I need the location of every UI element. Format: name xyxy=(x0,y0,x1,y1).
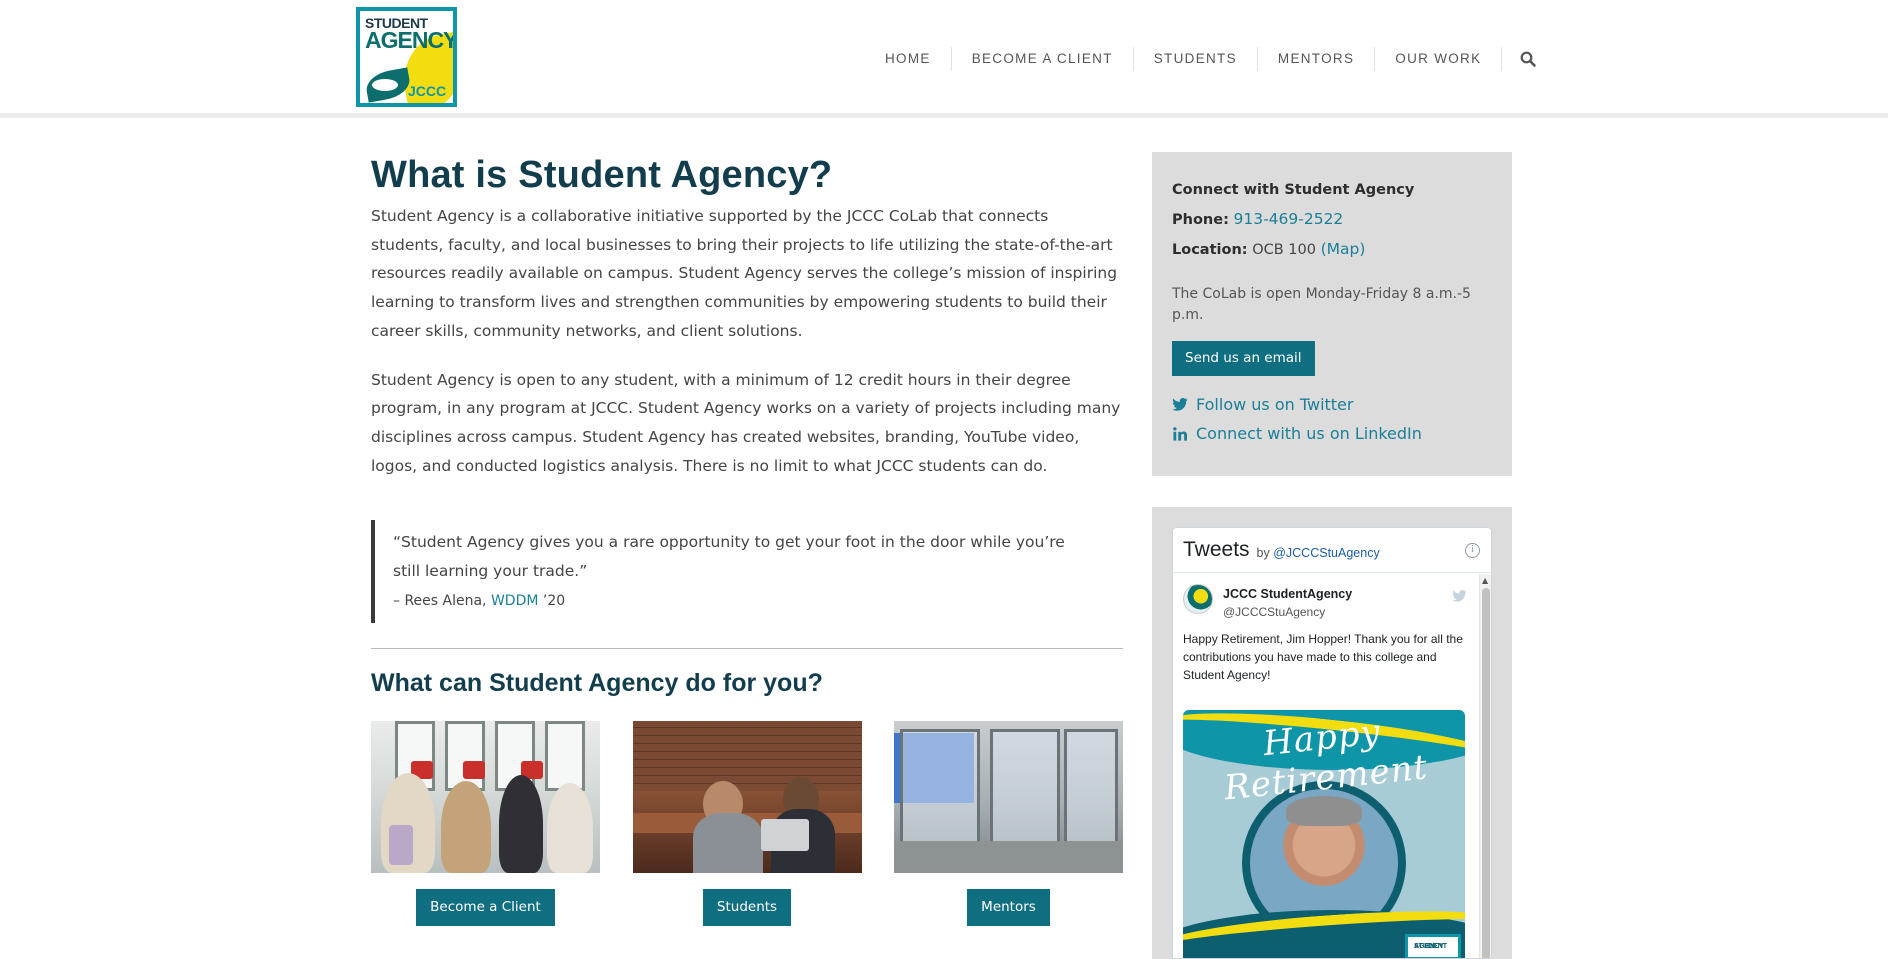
tweets-scrollbar[interactable]: ▲ xyxy=(1479,574,1491,958)
quote-text: “Student Agency gives you a rare opportu… xyxy=(393,533,1065,581)
become-a-client-button[interactable]: Become a Client xyxy=(416,889,555,927)
search-icon xyxy=(1521,51,1537,67)
search-button[interactable] xyxy=(1501,47,1550,71)
tweet-image-happy-retirement[interactable]: Happy Retirement STUDENT AGENCY xyxy=(1183,710,1465,958)
quote-author: – Rees Alena, xyxy=(393,593,491,610)
tweets-panel: Tweets by @JCCCStuAgency i ▲ JCCC Studen… xyxy=(1152,507,1512,959)
tweet-text: Happy Retirement, Jim Hopper! Thank you … xyxy=(1183,632,1463,682)
tweets-by: by @JCCCStuAgency xyxy=(1257,546,1380,560)
wddm-link[interactable]: WDDM xyxy=(491,593,538,609)
tweet-author-name[interactable]: JCCC StudentAgency xyxy=(1223,587,1352,601)
tweet-image-badge: STUDENT AGENCY xyxy=(1405,934,1461,958)
scroll-up-arrow-icon[interactable]: ▲ xyxy=(1482,576,1488,585)
map-link[interactable]: (Map) xyxy=(1321,240,1366,258)
tweets-by-label: by xyxy=(1256,545,1270,560)
send-email-button[interactable]: Send us an email xyxy=(1172,341,1315,376)
twitter-bird-icon[interactable] xyxy=(1452,587,1467,606)
tweet-author-handle[interactable]: @JCCCStuAgency xyxy=(1223,605,1325,619)
phone-link[interactable]: 913-469-2522 xyxy=(1233,210,1343,228)
linkedin-link-label: Connect with us on LinkedIn xyxy=(1196,424,1422,443)
section-title: What can Student Agency do for you? xyxy=(371,669,823,698)
site-header: STUDENT AGENCY JCCC HOME BECOME A CLIENT… xyxy=(0,0,1888,118)
linkedin-icon xyxy=(1172,426,1188,441)
twitter-link-label: Follow us on Twitter xyxy=(1196,395,1354,414)
location-label: Location: xyxy=(1172,242,1248,258)
location-row: Location: OCB 100 (Map) xyxy=(1172,239,1492,260)
social-links: Follow us on Twitter Connect with us on … xyxy=(1172,390,1492,448)
twitter-link[interactable]: Follow us on Twitter xyxy=(1172,390,1492,419)
connect-panel: Connect with Student Agency Phone: 913-4… xyxy=(1152,152,1512,476)
phone-label: Phone: xyxy=(1172,212,1229,228)
section-divider xyxy=(371,648,1123,650)
card-students: Students xyxy=(632,721,862,927)
nav-home[interactable]: HOME xyxy=(865,47,951,71)
location-value: OCB 100 xyxy=(1252,242,1316,258)
main-content: What is Student Agency? Student Agency i… xyxy=(371,150,1123,927)
quote-year: ’20 xyxy=(538,593,566,610)
service-cards: Become a Client Students Mentors xyxy=(371,721,1123,927)
nav-students[interactable]: STUDENTS xyxy=(1132,47,1257,71)
avatar[interactable] xyxy=(1183,584,1213,614)
testimonial-quote: “Student Agency gives you a rare opportu… xyxy=(371,520,1123,624)
page-title: What is Student Agency? xyxy=(371,154,833,196)
badge-line-2: AGENCY xyxy=(1414,943,1444,950)
connect-title: Connect with Student Agency xyxy=(1172,182,1415,198)
students-workshop-photo[interactable] xyxy=(371,721,600,874)
nav-mentors[interactable]: MENTORS xyxy=(1256,47,1374,71)
mentors-button[interactable]: Mentors xyxy=(967,889,1050,927)
twitter-icon xyxy=(1172,398,1188,411)
students-button[interactable]: Students xyxy=(702,889,792,927)
logo-text-jccc: JCCC xyxy=(408,83,447,99)
card-become-a-client: Become a Client xyxy=(371,721,600,927)
open-hours: The CoLab is open Monday-Friday 8 a.m.-5… xyxy=(1172,286,1471,323)
phone-row: Phone: 913-469-2522 xyxy=(1172,209,1492,230)
linkedin-link[interactable]: Connect with us on LinkedIn xyxy=(1172,419,1492,448)
colab-rooms-photo[interactable] xyxy=(894,721,1123,874)
logo-text-agency: AGENCY xyxy=(365,27,457,53)
students-library-photo[interactable] xyxy=(632,721,862,874)
eligibility-paragraph: Student Agency is open to any student, w… xyxy=(371,370,1121,475)
quote-citation: – Rees Alena, WDDM ’20 xyxy=(393,591,1083,611)
logo-leaf-eye xyxy=(372,79,398,91)
twitter-timeline-widget[interactable]: Tweets by @JCCCStuAgency i ▲ JCCC Studen… xyxy=(1172,527,1492,959)
info-icon[interactable]: i xyxy=(1465,543,1480,558)
twitter-widget-header: Tweets by @JCCCStuAgency i xyxy=(1173,528,1491,573)
tweets-title: Tweets xyxy=(1183,538,1250,561)
intro-paragraph: Student Agency is a collaborative initia… xyxy=(371,207,1118,340)
tweets-handle-link[interactable]: @JCCCStuAgency xyxy=(1273,546,1379,560)
student-agency-logo[interactable]: STUDENT AGENCY JCCC xyxy=(356,7,457,107)
main-nav: HOME BECOME A CLIENT STUDENTS MENTORS OU… xyxy=(865,47,1550,71)
nav-become-a-client[interactable]: BECOME A CLIENT xyxy=(950,47,1133,71)
card-mentors: Mentors xyxy=(894,721,1123,927)
tweets-scroll-thumb[interactable] xyxy=(1482,588,1490,958)
nav-our-work[interactable]: OUR WORK xyxy=(1374,47,1501,71)
